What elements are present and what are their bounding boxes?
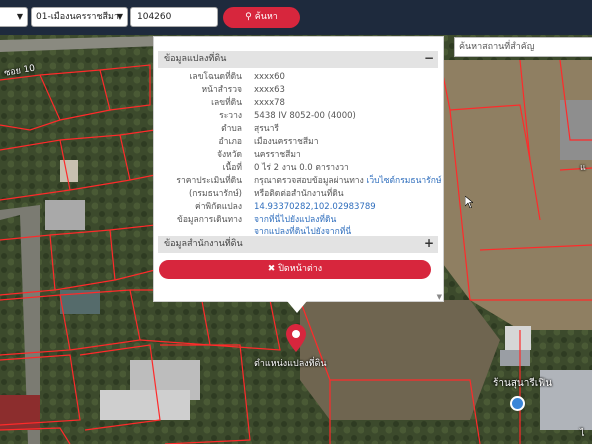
parcel-code-input[interactable]	[130, 7, 218, 27]
row-label: ระวาง	[219, 111, 242, 121]
coordinates-link[interactable]: 14.93370282,102.02983789	[254, 201, 376, 214]
info-row: (กรมธนารักษ์) หรือติดต่อสำนักงานที่ดิน	[158, 188, 438, 201]
close-icon: ✖	[267, 264, 276, 274]
info-row: ราคาประเมินที่ดิน กรุณาตรวจสอบข้อมูลผ่าน…	[158, 175, 441, 188]
search-toolbar: ▼ 01-เมืองนครราชสีมา ▼ ⚲ค้นหา	[0, 0, 592, 35]
info-row: ตำบล สุรนารี	[158, 123, 438, 136]
search-button[interactable]: ⚲ ค้นหา	[223, 7, 300, 28]
place-search-input[interactable]	[454, 37, 592, 57]
chevron-down-icon: ▼	[116, 12, 123, 21]
section-title: ข้อมูลสำนักงานที่ดิน	[164, 239, 243, 249]
row-label: จังหวัด	[216, 150, 242, 160]
popup-pointer	[287, 301, 307, 313]
expand-icon[interactable]: +	[424, 235, 434, 252]
treasury-website-link[interactable]: เว็บไซต์กรมธนารักษ์	[366, 176, 441, 186]
info-row: ระวาง 5438 IV 8052-00 (4000)	[158, 110, 438, 123]
row-label: ตำบล	[221, 124, 242, 134]
map-edge-label: ไ	[580, 429, 585, 439]
marker-label: ตำแหน่งแปลงที่ดิน	[254, 359, 327, 369]
district-select[interactable]: 01-เมืองนครราชสีมา ▼	[31, 7, 128, 27]
province-select[interactable]: ▼	[0, 7, 28, 27]
parcel-info-section-header[interactable]: ข้อมูลแปลงที่ดิน −	[158, 51, 438, 68]
row-label: เนื้อที่	[222, 163, 242, 173]
land-office-section-header[interactable]: ข้อมูลสำนักงานที่ดิน +	[158, 236, 438, 253]
section-title: ข้อมูลแปลงที่ดิน	[164, 54, 227, 64]
scroll-down-icon[interactable]: ▼	[437, 293, 442, 301]
search-icon: ⚲	[245, 12, 252, 22]
row-value: กรุณาตรวจสอบข้อมูลผ่านทาง เว็บไซต์กรมธนา…	[254, 175, 441, 188]
row-label: ราคาประเมินที่ดิน	[176, 176, 242, 186]
row-value: เมืองนครราชสีมา	[254, 137, 319, 147]
row-label: เลขโฉนดที่ดิน	[189, 72, 242, 82]
parcel-info-panel: ข้อมูลแปลงที่ดิน − เลขโฉนดที่ดิน xxxx60 …	[153, 36, 444, 302]
map-pin-icon[interactable]	[286, 324, 306, 352]
row-label: (กรมธนารักษ์)	[188, 189, 242, 199]
row-value: xxxx78	[254, 98, 285, 108]
search-button-label: ค้นหา	[254, 12, 278, 22]
close-window-button[interactable]: ✖ ปิดหน้าต่าง	[159, 260, 431, 279]
row-value: สุรนารี	[254, 124, 279, 134]
info-row: เลขที่ดิน xxxx78	[158, 97, 438, 110]
row-label: ค่าพิกัดแปลง	[195, 202, 242, 212]
row-label: เลขที่ดิน	[211, 98, 242, 108]
row-value: นครราชสีมา	[254, 150, 301, 160]
row-value: 0 ไร่ 2 งาน 0.0 ตารางวา	[254, 163, 349, 173]
chevron-down-icon: ▼	[16, 12, 23, 21]
info-row: จังหวัด นครราชสีมา	[158, 149, 438, 162]
map-edge-label: แ	[580, 163, 586, 173]
collapse-icon[interactable]: −	[424, 50, 434, 67]
row-label: หน้าสำรวจ	[201, 85, 242, 95]
info-row: หน้าสำรวจ xxxx63	[158, 84, 438, 97]
close-button-label: ปิดหน้าต่าง	[278, 264, 323, 274]
row-value: xxxx60	[254, 72, 285, 82]
row-label: อำเภอ	[218, 137, 243, 147]
shop-icon[interactable]	[510, 396, 525, 411]
mouse-cursor-icon	[465, 196, 473, 208]
info-row: เลขโฉนดที่ดิน xxxx60	[158, 71, 438, 84]
info-row: ค่าพิกัดแปลง 14.93370282,102.02983789	[158, 201, 438, 214]
district-select-value: 01-เมืองนครราชสีมา	[36, 12, 119, 22]
shop-label: ร้านสุนารีเฟิน	[493, 378, 553, 389]
row-value: xxxx63	[254, 85, 285, 95]
row-value: 5438 IV 8052-00 (4000)	[254, 111, 356, 121]
info-row: เนื้อที่ 0 ไร่ 2 งาน 0.0 ตารางวา	[158, 162, 438, 175]
row-value: หรือติดต่อสำนักงานที่ดิน	[254, 189, 344, 199]
price-text: กรุณาตรวจสอบข้อมูลผ่านทาง	[254, 176, 364, 186]
info-row: อำเภอ เมืองนครราชสีมา	[158, 136, 438, 149]
